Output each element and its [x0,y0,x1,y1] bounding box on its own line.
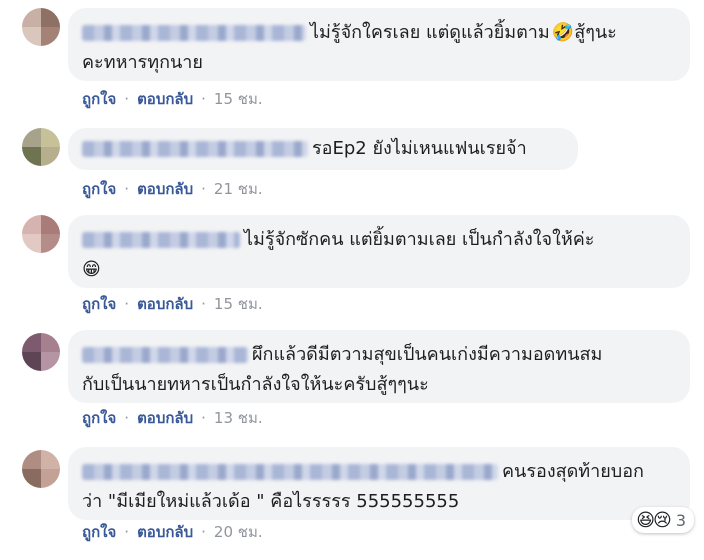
comment-bubble: รอEp2 ยังไม่เหนแฟนเรยจ้า [68,128,578,170]
avatar-pixel [41,469,60,488]
comment-text: คะทหารทุกนาย [82,52,203,73]
separator: · [124,409,130,427]
avatar-pixel [22,333,41,352]
avatar-pixel [41,215,60,234]
separator: · [201,409,206,427]
comment-line: ผึกแล้วดีมีตวามสุขเป็นคนเก่งมีความอดทนสม [82,340,676,370]
avatar-pixel [22,234,41,253]
timestamp[interactable]: 20 ชม. [214,520,263,544]
avatar[interactable] [22,450,60,488]
comment-bubble: ผึกแล้วดีมีตวามสุขเป็นคนเก่งมีความอดทนสม… [68,330,690,403]
like-link[interactable]: ถูกใจ [82,292,116,316]
avatar-pixel [22,128,41,147]
comment-line: กับเป็นนายทหารเป็นกำลังใจให้นะครับสู้ๆๆน… [82,370,676,400]
reply-link[interactable]: ตอบกลับ [137,520,193,544]
separator: · [201,295,206,313]
timestamp[interactable]: 15 ชม. [214,292,263,316]
timestamp[interactable]: 13 ชม. [214,406,263,430]
grinning-emoji-icon: 😁 [82,259,101,280]
avatar-pixel [41,147,60,166]
author-name-blurred[interactable] [82,141,308,157]
comment-actions: ถูกใจ · ตอบกลับ · 20 ชม. [82,520,263,544]
timestamp[interactable]: 21 ชม. [214,177,263,201]
author-name-blurred[interactable] [82,232,240,248]
separator: · [124,180,130,198]
reply-link[interactable]: ตอบกลับ [137,87,193,111]
comment-actions: ถูกใจ · ตอบกลับ · 21 ชม. [82,177,263,201]
avatar-pixel [41,234,60,253]
comment-text: ไม่รู้จักซักคน แต่ยิ้มตามเลย เป็นกำลังใจ… [244,229,595,250]
sad-reaction-icon: 😢 [653,509,672,531]
separator: · [201,180,206,198]
comment-text: คนรองสุดท้ายบอก [502,461,644,482]
avatar-pixel [22,352,41,371]
like-link[interactable]: ถูกใจ [82,406,116,430]
avatar-pixel [22,215,41,234]
like-link[interactable]: ถูกใจ [82,87,116,111]
comment-text: ว่า "มีเมียใหม่แล้วเด้อ " คือไรรรรร 5555… [82,491,460,512]
reaction-count: 3 [675,510,686,530]
author-name-blurred[interactable] [82,347,248,363]
separator: · [124,295,130,313]
reply-link[interactable]: ตอบกลับ [137,177,193,201]
separator: · [124,90,130,108]
avatar-pixel [41,128,60,147]
comment-bubble: ไม่รู้จักซักคน แต่ยิ้มตามเลย เป็นกำลังใจ… [68,215,690,288]
comment-line: ไม่รู้จักใครเลย แต่ดูแล้วยิ้มตาม 🤣 สู้ๆน… [82,18,676,48]
comment-bubble: คนรองสุดท้ายบอก ว่า "มีเมียใหม่แล้วเด้อ … [68,447,690,520]
avatar-pixel [22,147,41,166]
comment-text: กับเป็นนายทหารเป็นกำลังใจให้นะครับสู้ๆๆน… [82,374,429,395]
comment-line: คนรองสุดท้ายบอก [82,457,676,487]
avatar-pixel [22,450,41,469]
comment-line: รอEp2 ยังไม่เหนแฟนเรยจ้า [82,134,564,164]
comment-line: ว่า "มีเมียใหม่แล้วเด้อ " คือไรรรรร 5555… [82,487,676,517]
avatar-pixel [41,27,60,46]
like-link[interactable]: ถูกใจ [82,177,116,201]
timestamp[interactable]: 15 ชม. [214,87,263,111]
comment-actions: ถูกใจ · ตอบกลับ · 15 ชม. [82,292,263,316]
reply-link[interactable]: ตอบกลับ [137,292,193,316]
reactions-summary[interactable]: 😆 😢 3 [632,507,694,533]
separator: · [201,523,206,541]
comment-line: 😁 [82,255,676,285]
separator: · [124,523,130,541]
comment-text: ผึกแล้วดีมีตวามสุขเป็นคนเก่งมีความอดทนสม [252,344,603,365]
separator: · [201,90,206,108]
avatar-pixel [41,450,60,469]
avatar[interactable] [22,128,60,166]
reply-link[interactable]: ตอบกลับ [137,406,193,430]
avatar-pixel [22,469,41,488]
comment-line: คะทหารทุกนาย [82,48,676,78]
avatar-pixel [41,8,60,27]
comment-text: รอEp2 ยังไม่เหนแฟนเรยจ้า [312,138,527,159]
rolling-laughing-emoji-icon: 🤣 [551,22,575,43]
avatar-pixel [41,333,60,352]
avatar-pixel [41,352,60,371]
avatar[interactable] [22,215,60,253]
comment-text: ไม่รู้จักใครเลย แต่ดูแล้วยิ้มตาม [310,22,550,43]
avatar-pixel [22,27,41,46]
comment-bubble: ไม่รู้จักใครเลย แต่ดูแล้วยิ้มตาม 🤣 สู้ๆน… [68,8,690,81]
avatar-pixel [22,8,41,27]
author-name-blurred[interactable] [82,25,306,41]
comment-actions: ถูกใจ · ตอบกลับ · 15 ชม. [82,87,263,111]
avatar[interactable] [22,8,60,46]
like-link[interactable]: ถูกใจ [82,520,116,544]
comment-line: ไม่รู้จักซักคน แต่ยิ้มตามเลย เป็นกำลังใจ… [82,225,676,255]
comment-text-tail: สู้ๆนะ [574,22,617,43]
comment-actions: ถูกใจ · ตอบกลับ · 13 ชม. [82,406,263,430]
author-name-blurred[interactable] [82,464,498,480]
avatar[interactable] [22,333,60,371]
